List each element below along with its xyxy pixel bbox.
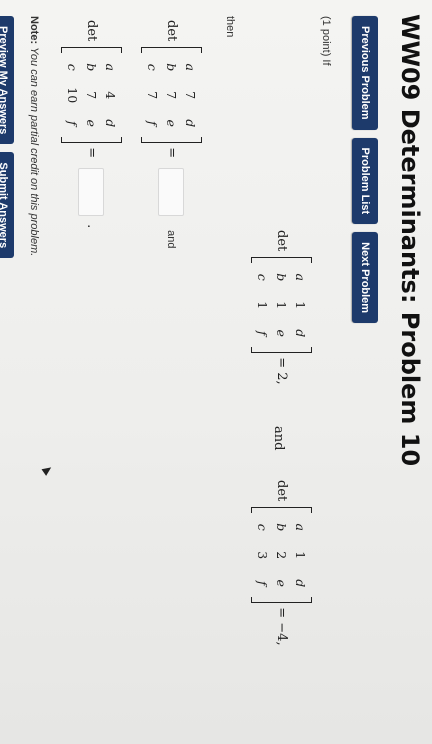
period: . (84, 224, 99, 229)
matrix-cell: 2 (274, 551, 289, 560)
and-connector: and (271, 426, 286, 450)
problem-page: WW09 Determinants: Problem 10 Previous P… (0, 0, 432, 744)
equals-sign: = (84, 147, 99, 159)
note: Note: You can earn partial credit on thi… (28, 16, 40, 256)
matrix-cell: 7 (183, 91, 198, 100)
det-label: det (164, 20, 179, 42)
matrix-cell: b (84, 63, 99, 72)
matrix-cell: d (103, 119, 118, 128)
and-text: and (271, 426, 286, 451)
matrix-cell: e (274, 579, 289, 587)
matrix-cell: 1 (274, 301, 289, 310)
matrix-cell: d (183, 119, 198, 128)
given-equation-1: det a 1 d b 1 e c 1 f = 2, (251, 230, 312, 385)
matrix-cell: f (145, 120, 160, 126)
answer-input-1[interactable] (158, 168, 185, 217)
matrix-cell: 7 (164, 91, 179, 100)
matrix-cell: 1 (293, 301, 308, 310)
equals-value: = 2, (274, 357, 289, 385)
matrix-cell: c (255, 523, 270, 531)
matrix-ask-2: a 4 d b 7 e c 10 f (61, 47, 122, 143)
matrix-cell: a (183, 63, 198, 71)
mouse-cursor-icon (41, 464, 54, 476)
problem-points: (1 point) If (320, 16, 332, 66)
matrix-cell: b (164, 63, 179, 72)
preview-answers-button[interactable]: Preview My Answers (0, 16, 14, 145)
note-text: You can earn partial credit on this prob… (28, 47, 40, 257)
problem-nav: Previous Problem Problem List Next Probl… (352, 16, 378, 324)
equals-value: = −4, (274, 607, 289, 646)
answer-buttons: Preview My Answers Submit Answers (0, 16, 14, 259)
then-text: then (224, 16, 236, 38)
matrix-cell: 1 (293, 551, 308, 560)
matrix-given-2: a 1 d b 2 e c 3 f (251, 507, 312, 603)
answer-input-2[interactable] (78, 168, 105, 217)
matrix-cell: 7 (145, 91, 160, 100)
matrix-cell: f (65, 120, 80, 126)
matrix-cell: f (255, 330, 270, 336)
equals-sign: = (164, 147, 179, 159)
next-problem-button[interactable]: Next Problem (352, 232, 378, 324)
matrix-cell: a (293, 273, 308, 281)
previous-problem-button[interactable]: Previous Problem (352, 16, 378, 130)
matrix-cell: b (274, 523, 289, 532)
matrix-cell: e (164, 119, 179, 127)
matrix-cell: 7 (84, 91, 99, 100)
matrix-ask-1: a 7 d b 7 e c 7 f (141, 47, 202, 143)
matrix-cell: e (84, 119, 99, 127)
det-label: det (274, 230, 289, 252)
ask-equation-1: det a 7 d b 7 e c 7 f = and (141, 20, 202, 249)
matrix-cell: 10 (65, 87, 80, 104)
matrix-cell: c (65, 63, 80, 71)
matrix-cell: 3 (255, 551, 270, 560)
matrix-cell: a (293, 523, 308, 531)
matrix-cell: b (274, 273, 289, 282)
given-equation-2: det a 1 d b 2 e c 3 f = −4, (251, 480, 312, 646)
det-label: det (84, 20, 99, 42)
det-label: det (274, 480, 289, 502)
note-label: Note: (28, 16, 40, 45)
matrix-cell: d (293, 579, 308, 588)
matrix-cell: 1 (255, 301, 270, 310)
matrix-cell: c (255, 273, 270, 281)
matrix-given-1: a 1 d b 1 e c 1 f (251, 257, 312, 353)
and-text: and (165, 230, 178, 249)
matrix-cell: a (103, 63, 118, 71)
problem-list-button[interactable]: Problem List (352, 137, 378, 225)
ask-equation-2: det a 4 d b 7 e c 10 f = . (61, 20, 122, 232)
page-title: WW09 Determinants: Problem 10 (396, 14, 424, 467)
matrix-cell: d (293, 329, 308, 338)
matrix-cell: f (255, 580, 270, 586)
matrix-cell: e (274, 329, 289, 337)
submit-answers-button[interactable]: Submit Answers (0, 152, 14, 259)
matrix-cell: 4 (103, 91, 118, 100)
matrix-cell: c (145, 63, 160, 71)
